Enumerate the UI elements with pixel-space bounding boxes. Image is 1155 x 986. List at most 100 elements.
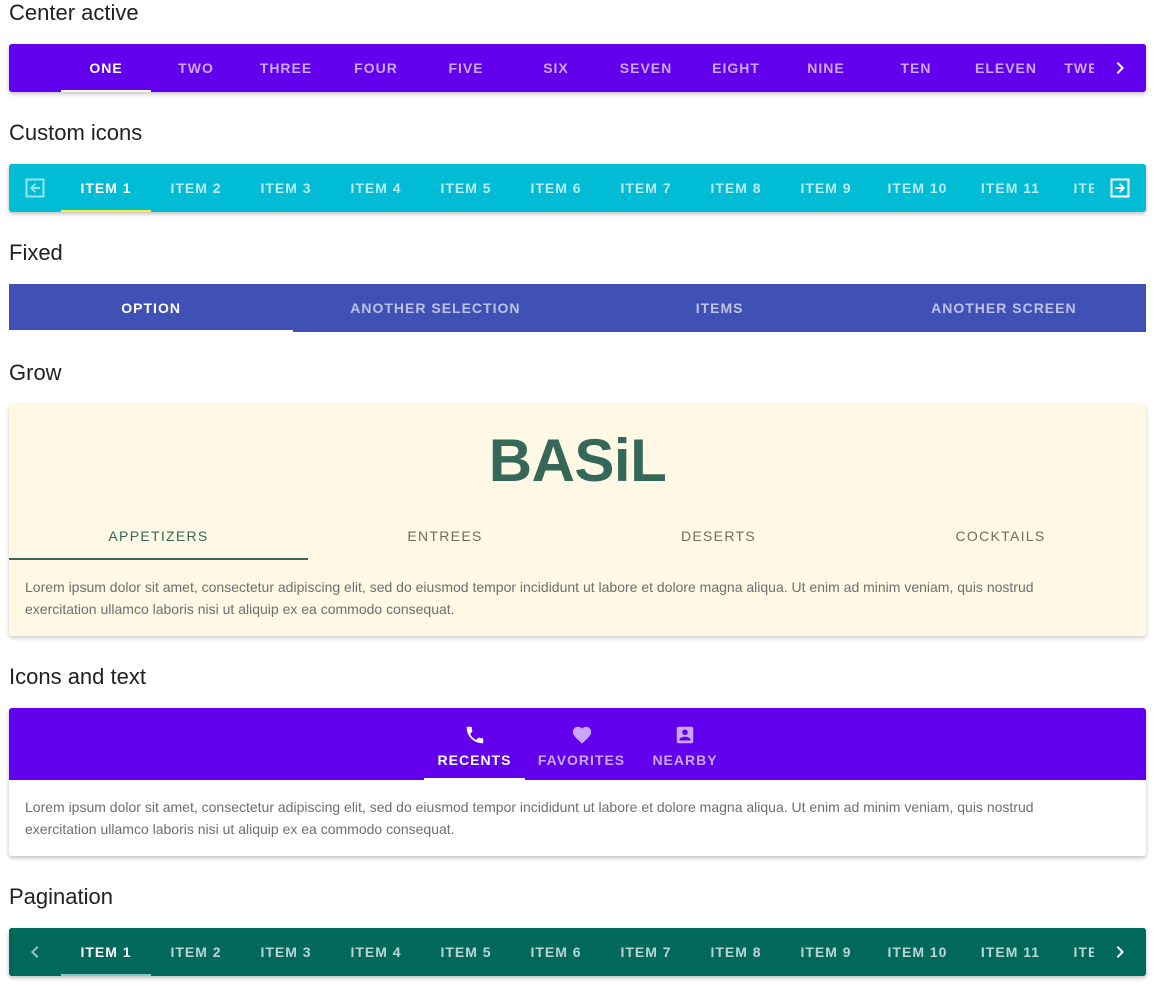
icons-tab-3[interactable]: ITEM 3 [241,164,331,212]
center-tab-1[interactable]: ONE [61,44,151,92]
center-tab-7[interactable]: SEVEN [601,44,691,92]
tab-favorites[interactable]: FAVORITES [525,708,638,780]
pagination-tab-label: ITEM 1 [80,944,132,960]
center-tab-4[interactable]: FOUR [331,44,421,92]
icons-tab-label: ITEM 8 [710,180,762,196]
brand-title: BASiL [488,427,667,494]
grow-tab-label: APPETIZERS [108,528,209,544]
tab-nearby[interactable]: NEARBY [638,708,732,780]
phone-icon [466,726,483,744]
pagination-tab-2[interactable]: ITEM 2 [151,928,241,976]
active-tab-indicator [9,330,294,332]
fixed-tab-label: ANOTHER SELECTION [350,300,521,316]
center-tab-2[interactable]: TWO [151,44,241,92]
icons-tab-label: ITEM 7 [620,180,672,196]
icons-tab-label: ITEM 9 [800,180,852,196]
grow-tab-3[interactable]: DESERTS [582,512,855,560]
active-tab-indicator [61,90,151,92]
pagination-tab-11[interactable]: ITEM 11 [964,928,1057,976]
active-tab-indicator [9,558,308,560]
pagination-tab-label: ITEM 4 [350,944,402,960]
fixed-tab-label: OPTION [121,300,181,316]
icons-text-body-text: Lorem ipsum dolor sit amet, consectetur … [25,799,1034,837]
fixed-tab-bar: OPTION ANOTHER SELECTION ITEMS ANOTHER SCRE… [9,284,1146,332]
center-active-next-arrow[interactable] [1094,44,1146,92]
fixed-tab-track: OPTION ANOTHER SELECTION ITEMS ANOTHER SCRE… [9,284,1146,332]
pagination-tab-label: ITEM 6 [530,944,582,960]
pagination-tab-label: ITEM 2 [170,944,222,960]
center-tab-label: SIX [543,60,569,76]
fixed-tab-4[interactable]: ANOTHER SCREEN [862,284,1146,332]
icons-tab-6[interactable]: ITEM 6 [511,164,601,212]
custom-icons-prev-arrow[interactable] [9,164,61,212]
arrow-left-box-icon [25,178,45,198]
chevron-right-icon [1116,62,1124,74]
pagination-tab-label: ITEM 5 [440,944,492,960]
center-tab-9[interactable]: NINE [781,44,871,92]
icons-tab-1[interactable]: ITEM 1 [61,164,151,212]
center-tab-label: SEVEN [619,60,673,76]
grow-tab-label: COCKTAILS [955,528,1046,544]
center-tab-label: FOUR [354,60,398,76]
pagination-tab-1[interactable]: ITEM 1 [61,928,151,976]
icons-tab-10[interactable]: ITEM 10 [871,164,964,212]
icons-tab-8[interactable]: ITEM 8 [691,164,781,212]
pagination-tab-9[interactable]: ITEM 9 [781,928,871,976]
active-tab-indicator [61,974,151,976]
icons-tab-2[interactable]: ITEM 2 [151,164,241,212]
section-title-pagination: Pagination [9,884,113,909]
icons-tab-label: ITEM 5 [440,180,492,196]
chevron-left-icon [31,946,39,958]
pagination-tab-10[interactable]: ITEM 10 [871,928,964,976]
arrow-right-box-icon [1110,178,1130,198]
pagination-tab-6[interactable]: ITEM 6 [511,928,601,976]
center-tab-5[interactable]: FIVE [421,44,511,92]
fixed-tab-label: ITEMS [695,300,744,316]
account-box-icon [676,726,694,744]
fixed-tab-2[interactable]: ANOTHER SELECTION [293,284,577,332]
active-tab-indicator [424,778,525,780]
pagination-tab-5[interactable]: ITEM 5 [421,928,511,976]
fixed-tab-3[interactable]: ITEMS [578,284,862,332]
pagination-tab-3[interactable]: ITEM 3 [241,928,331,976]
center-tab-3[interactable]: THREE [241,44,331,92]
tab-favorites-label: FAVORITES [537,752,626,768]
section-title-icons-and-text: Icons and text [9,664,146,689]
center-tab-6[interactable]: SIX [511,44,601,92]
pagination-tab-8[interactable]: ITEM 8 [691,928,781,976]
custom-icons-next-arrow[interactable] [1094,164,1146,212]
center-tab-11[interactable]: ELEVEN [961,44,1051,92]
center-active-tab-bar: ONE TWO THREE FOUR FIVE SIX SEVEN EIGHT NINE TEN E… [9,44,1146,92]
pagination-next-arrow[interactable] [1094,928,1146,976]
icons-tab-7[interactable]: ITEM 7 [601,164,691,212]
section-title-center-active: Center active [9,0,139,25]
grow-card: BASiL APPETIZERS ENTREES DESERTS COCKTAILS … [9,404,1146,636]
icons-tab-label: ITEM 4 [350,180,402,196]
pagination-tab-label: ITEM 11 [980,944,1041,960]
grow-tab-label: ENTREES [407,528,483,544]
icons-tab-11[interactable]: ITEM 11 [964,164,1057,212]
grow-tab-4[interactable]: COCKTAILS [855,512,1146,560]
center-tab-label: ELEVEN [974,60,1037,76]
icons-tab-4[interactable]: ITEM 4 [331,164,421,212]
custom-icons-tab-track: ITEM 1 ITEM 2 ITEM 3 ITEM 4 ITEM 5 ITEM 6 ITEM… [61,164,1146,212]
grow-tab-bar: APPETIZERS ENTREES DESERTS COCKTAILS [9,512,1146,560]
icons-tab-5[interactable]: ITEM 5 [421,164,511,212]
section-title-fixed: Fixed [9,240,63,265]
center-active-tab-track: ONE TWO THREE FOUR FIVE SIX SEVEN EIGHT NINE TEN E… [61,44,1141,92]
icons-tab-label: ITEM 10 [887,180,948,196]
icons-text-tab-bar: RECENTS FAVORITES NEARBY [9,708,1146,780]
pagination-tab-7[interactable]: ITEM 7 [601,928,691,976]
icons-tab-label: ITEM 6 [530,180,582,196]
center-tab-8[interactable]: EIGHT [691,44,781,92]
pagination-tab-label: ITEM 9 [800,944,852,960]
pagination-prev-arrow[interactable] [9,928,61,976]
fixed-tab-label: ANOTHER SCREEN [931,300,1077,316]
grow-tab-1[interactable]: APPETIZERS [9,512,308,560]
grow-tab-2[interactable]: ENTREES [308,512,582,560]
fixed-tab-1[interactable]: OPTION [9,284,294,332]
center-tab-10[interactable]: TEN [871,44,961,92]
pagination-tab-4[interactable]: ITEM 4 [331,928,421,976]
icons-tab-9[interactable]: ITEM 9 [781,164,871,212]
tab-recents[interactable]: RECENTS [424,708,525,780]
